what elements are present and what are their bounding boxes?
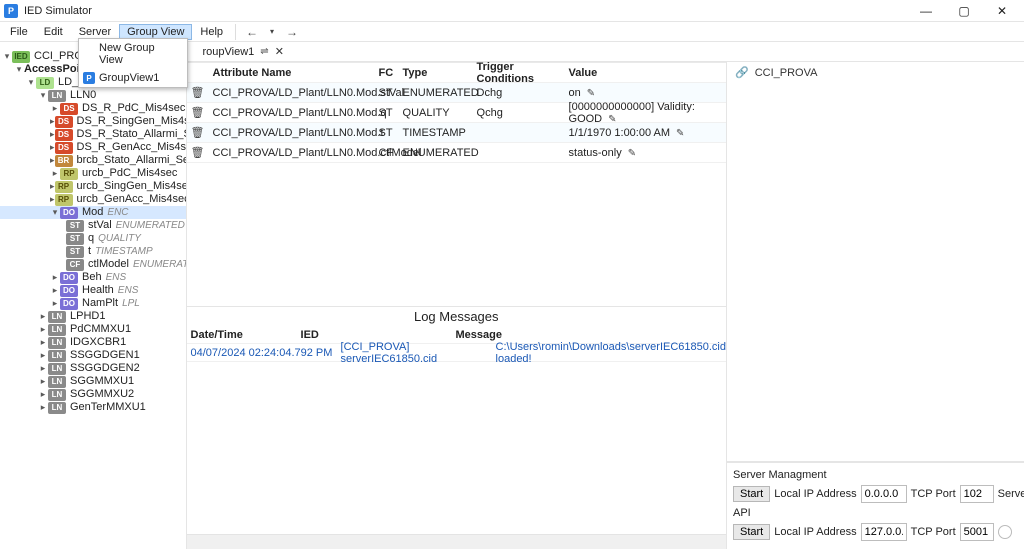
col-type[interactable]: Type bbox=[403, 67, 477, 79]
maximize-button[interactable]: ▢ bbox=[952, 4, 976, 18]
grid-row[interactable]: 🗑CCI_PROVA/LD_Plant/LLN0.Mod.ctlModelCFE… bbox=[187, 143, 726, 163]
dropdown-new-group-view[interactable]: New Group View bbox=[79, 39, 187, 69]
log-horizontal-scrollbar[interactable] bbox=[187, 534, 726, 549]
model-tree: ▾IEDCCI_PROVA ▾AccessPoint CCI_APN ▾LDLD… bbox=[0, 42, 187, 549]
trash-icon[interactable]: 🗑 bbox=[187, 126, 209, 139]
tree-lln0[interactable]: ▾LNLLN0 bbox=[0, 89, 186, 102]
trash-icon[interactable]: 🗑 bbox=[187, 86, 209, 99]
edit-icon[interactable]: ✎ bbox=[628, 148, 636, 159]
server-port-input[interactable] bbox=[960, 485, 994, 503]
tree-ln-GenTerMMXU1[interactable]: ▸LNGenTerMMXU1 bbox=[0, 401, 186, 414]
attribute-grid: Attribute Name FC Type Trigger Condition… bbox=[187, 62, 726, 163]
tab-label: roupView1 bbox=[203, 46, 255, 58]
menu-file[interactable]: File bbox=[2, 24, 36, 40]
dropdown-groupview1[interactable]: PGroupView1 bbox=[79, 69, 187, 87]
log-title: Log Messages bbox=[187, 307, 726, 326]
server-management-title: Server Managment bbox=[733, 469, 1018, 481]
tab-state-icon: ⇌ bbox=[260, 46, 268, 57]
log-col-message[interactable]: Message bbox=[456, 329, 726, 341]
nav-forward[interactable]: → bbox=[280, 23, 304, 41]
server-management-panel: Server Managment Start Local IP Address … bbox=[727, 462, 1024, 549]
log-col-ied[interactable]: IED bbox=[301, 329, 456, 341]
tcp-label: TCP Port bbox=[911, 488, 956, 500]
grid-row[interactable]: 🗑CCI_PROVA/LD_Plant/LLN0.Mod.qSTQUALITYQ… bbox=[187, 103, 726, 123]
api-tcp-label: TCP Port bbox=[911, 526, 956, 538]
menu-help[interactable]: Help bbox=[192, 24, 231, 40]
api-start-button[interactable]: Start bbox=[733, 524, 770, 540]
tab-close[interactable]: ✕ bbox=[275, 45, 284, 58]
tree-attr-q[interactable]: STqQUALITY bbox=[0, 232, 186, 245]
tree-attr-ctlModel[interactable]: CFctlModelENUMERATED bbox=[0, 258, 186, 271]
log-col-datetime[interactable]: Date/Time bbox=[191, 329, 301, 341]
tree-urcb_SingGen_Mis4sec[interactable]: ▸RPurcb_SingGen_Mis4sec bbox=[0, 180, 186, 193]
trash-icon[interactable]: 🗑 bbox=[187, 146, 209, 159]
col-fc[interactable]: FC bbox=[379, 67, 403, 79]
tree-Beh[interactable]: ▸DOBehENS bbox=[0, 271, 186, 284]
tree-ln-LPHD1[interactable]: ▸LNLPHD1 bbox=[0, 310, 186, 323]
tree-DS_R_GenAcc_Mis4sec[interactable]: ▸DSDS_R_GenAcc_Mis4sec bbox=[0, 141, 186, 154]
app-icon: P bbox=[4, 4, 18, 18]
tab-groupview1[interactable]: roupView1 ⇌ ✕ bbox=[195, 43, 292, 60]
app-title: IED Simulator bbox=[24, 5, 914, 17]
group-view-dropdown: New Group View PGroupView1 bbox=[78, 38, 188, 88]
tree-Health[interactable]: ▸DOHealthENS bbox=[0, 284, 186, 297]
groupview-icon: P bbox=[83, 72, 95, 84]
minimize-button[interactable]: — bbox=[914, 4, 938, 18]
menu-edit[interactable]: Edit bbox=[36, 24, 71, 40]
lip-label: Local IP Address bbox=[774, 488, 856, 500]
tree-attr-stVal[interactable]: STstValENUMERATED bbox=[0, 219, 186, 232]
nav-back[interactable]: ← bbox=[240, 23, 264, 41]
col-trigger[interactable]: Trigger Conditions bbox=[477, 61, 565, 85]
tree-ln-PdCMMXU1[interactable]: ▸LNPdCMMXU1 bbox=[0, 323, 186, 336]
log-panel: Log Messages Date/Time IED Message 04/07… bbox=[187, 306, 726, 549]
tree-attr-t[interactable]: STtTIMESTAMP bbox=[0, 245, 186, 258]
col-attribute-name[interactable]: Attribute Name bbox=[209, 67, 379, 79]
server-start-button[interactable]: Start bbox=[733, 486, 770, 502]
api-title: API bbox=[733, 507, 1018, 519]
log-row[interactable]: 04/07/2024 02:24:04.792 PM[CCI_PROVA] se… bbox=[187, 344, 726, 362]
tree-DS_R_Stato_Allarmi_Segnali[interactable]: ▸DSDS_R_Stato_Allarmi_Segnali bbox=[0, 128, 186, 141]
edit-icon[interactable]: ✎ bbox=[608, 114, 616, 125]
tree-ln-SSGGDGEN2[interactable]: ▸LNSSGGDGEN2 bbox=[0, 362, 186, 375]
edit-icon[interactable]: ✎ bbox=[676, 128, 684, 139]
main-area: roupView1 ⇌ ✕ Attribute Name FC Type Tri… bbox=[187, 42, 1024, 549]
tree-NamPlt[interactable]: ▸DONamPltLPL bbox=[0, 297, 186, 310]
tree-DS_R_PdC_Mis4sec[interactable]: ▸DSDS_R_PdC_Mis4sec bbox=[0, 102, 186, 115]
tree-mod[interactable]: ▾DOModENC bbox=[0, 206, 186, 219]
preview-panel: 🔗 CCI_PROVA bbox=[727, 62, 1024, 462]
col-value[interactable]: Value bbox=[565, 67, 726, 79]
edit-icon[interactable]: ✎ bbox=[587, 88, 595, 99]
nav-dropdown[interactable]: ▾ bbox=[264, 25, 280, 38]
tree-urcb_PdC_Mis4sec[interactable]: ▸RPurcb_PdC_Mis4sec bbox=[0, 167, 186, 180]
tree-brcb_Stato_Allarmi_Segnali[interactable]: ▸BRbrcb_Stato_Allarmi_Segnali bbox=[0, 154, 186, 167]
link-icon: 🔗 bbox=[735, 66, 749, 79]
tree-DS_R_SingGen_Mis4sec[interactable]: ▸DSDS_R_SingGen_Mis4sec bbox=[0, 115, 186, 128]
trash-icon[interactable]: 🗑 bbox=[187, 106, 209, 119]
server-label: Server bbox=[998, 488, 1024, 500]
tree-ln-SGGMMXU2[interactable]: ▸LNSGGMMXU2 bbox=[0, 388, 186, 401]
server-ip-input[interactable] bbox=[861, 485, 907, 503]
tree-ln-IDGXCBR1[interactable]: ▸LNIDGXCBR1 bbox=[0, 336, 186, 349]
grid-row[interactable]: 🗑CCI_PROVA/LD_Plant/LLN0.Mod.tSTTIMESTAM… bbox=[187, 123, 726, 143]
tree-ln-SSGGDGEN1[interactable]: ▸LNSSGGDGEN1 bbox=[0, 349, 186, 362]
tree-ln-SGGMMXU1[interactable]: ▸LNSGGMMXU1 bbox=[0, 375, 186, 388]
close-button[interactable]: ✕ bbox=[990, 4, 1014, 18]
tabbar: roupView1 ⇌ ✕ bbox=[187, 42, 1024, 62]
api-status-indicator bbox=[998, 525, 1012, 539]
titlebar: P IED Simulator — ▢ ✕ bbox=[0, 0, 1024, 22]
api-lip-label: Local IP Address bbox=[774, 526, 856, 538]
preview-name: CCI_PROVA bbox=[755, 67, 818, 79]
api-ip-input[interactable] bbox=[861, 523, 907, 541]
api-port-input[interactable] bbox=[960, 523, 994, 541]
tree-urcb_GenAcc_Mis4sec[interactable]: ▸RPurcb_GenAcc_Mis4sec bbox=[0, 193, 186, 206]
